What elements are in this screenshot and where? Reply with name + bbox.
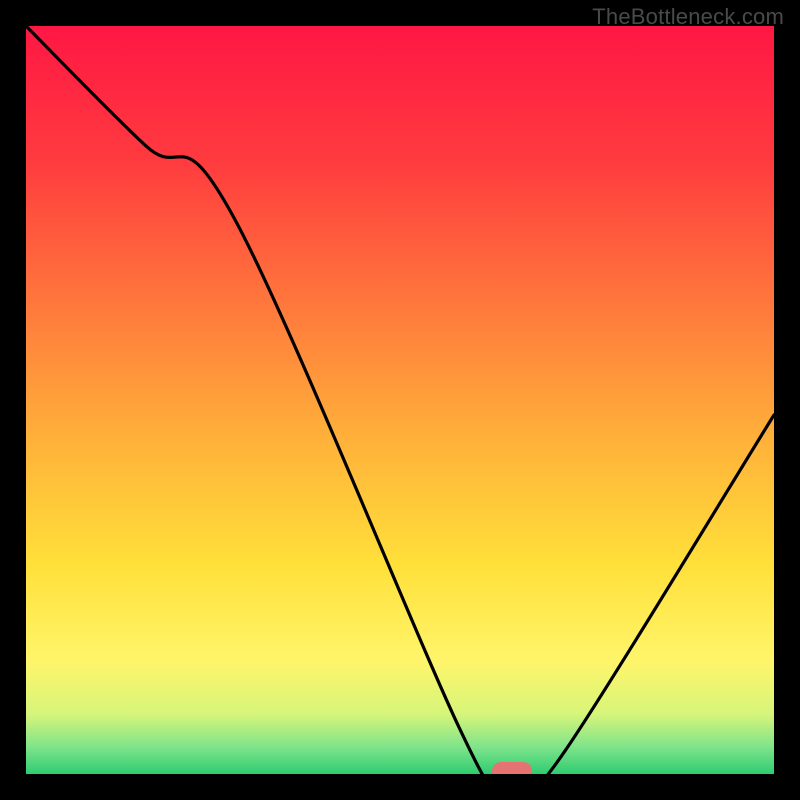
bottleneck-curve: [26, 26, 774, 774]
optimal-marker: [492, 762, 532, 774]
plot-area: [26, 26, 774, 774]
chart-frame: TheBottleneck.com: [0, 0, 800, 800]
watermark-text: TheBottleneck.com: [592, 4, 784, 30]
